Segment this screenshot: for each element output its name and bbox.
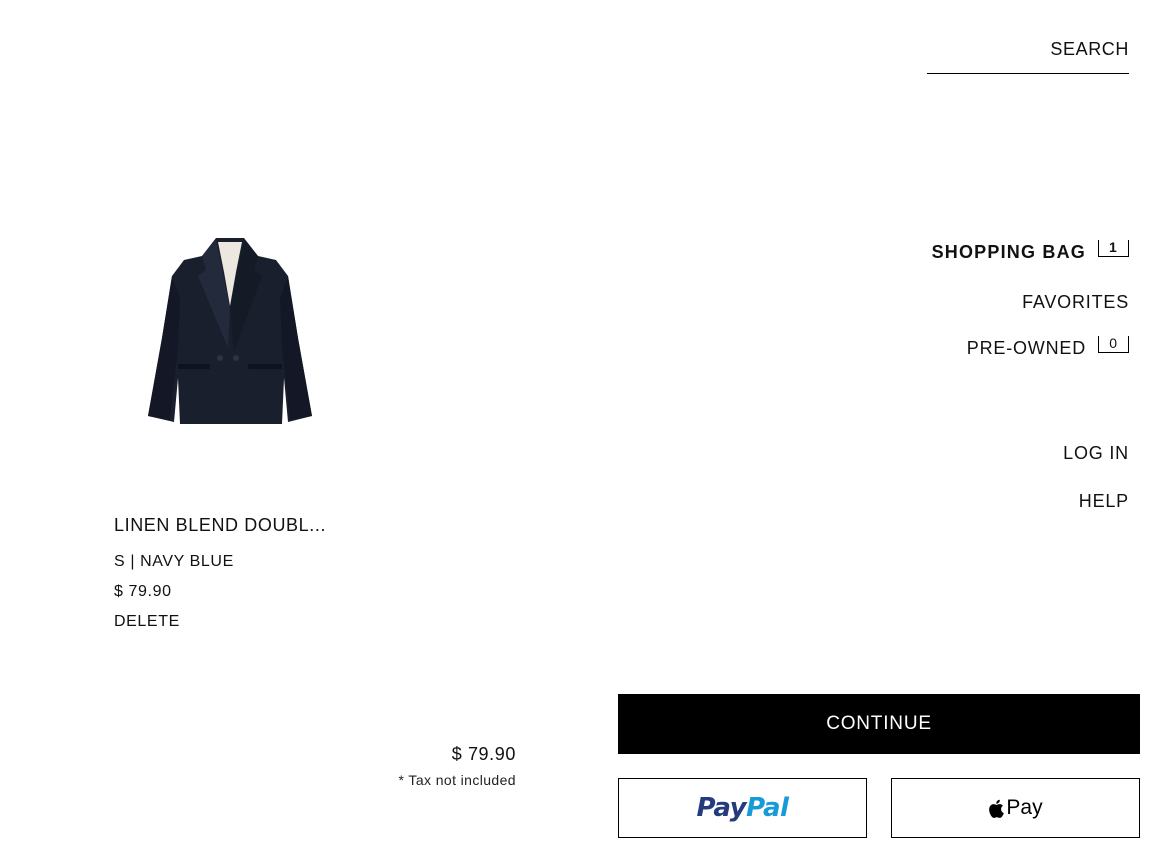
apple-icon: [989, 799, 1005, 818]
apple-pay-label: Pay: [1006, 796, 1043, 819]
product-price: $ 79.90: [114, 583, 172, 600]
nav-pre-owned-label: PRE-OWNED: [966, 338, 1086, 358]
nav-favorites[interactable]: FAVORITES: [1022, 292, 1129, 313]
product-image[interactable]: [140, 228, 320, 428]
search-label: SEARCH: [1050, 39, 1129, 59]
shopping-bag-count-badge: 1: [1098, 240, 1129, 257]
paypal-logo: PayPal: [697, 793, 789, 823]
apple-pay-button[interactable]: Pay: [891, 778, 1140, 838]
paypal-logo-pal: Pal: [746, 793, 789, 823]
nav-favorites-label: FAVORITES: [1022, 292, 1129, 312]
nav-log-in[interactable]: LOG IN: [1063, 443, 1129, 464]
nav-help-label: HELP: [1078, 491, 1129, 511]
search-input[interactable]: SEARCH: [927, 34, 1129, 74]
nav-pre-owned[interactable]: PRE-OWNED 0: [966, 336, 1129, 359]
product-title[interactable]: LINEN BLEND DOUBL...: [114, 515, 326, 536]
apple-pay-logo: Pay: [988, 796, 1043, 820]
pre-owned-count-badge: 0: [1098, 336, 1129, 353]
nav-help[interactable]: HELP: [1079, 491, 1129, 512]
tax-note: * Tax not included: [398, 772, 516, 788]
delete-button[interactable]: DELETE: [114, 613, 180, 631]
navy-blazer-image: [148, 238, 312, 424]
nav-shopping-bag-label: SHOPPING BAG: [931, 242, 1086, 262]
nav-shopping-bag[interactable]: SHOPPING BAG 1: [931, 240, 1129, 263]
paypal-logo-pay: Pay: [696, 793, 747, 823]
nav-log-in-label: LOG IN: [1063, 443, 1129, 463]
order-total: $ 79.90: [451, 744, 516, 764]
paypal-button[interactable]: PayPal: [618, 778, 867, 838]
product-variant: S | NAVY BLUE: [114, 553, 234, 570]
shopping-bag-page: SEARCH SHOPPING BAG 1 FAVORITES PRE-OWNE…: [0, 0, 1162, 862]
continue-button[interactable]: CONTINUE: [618, 694, 1140, 754]
